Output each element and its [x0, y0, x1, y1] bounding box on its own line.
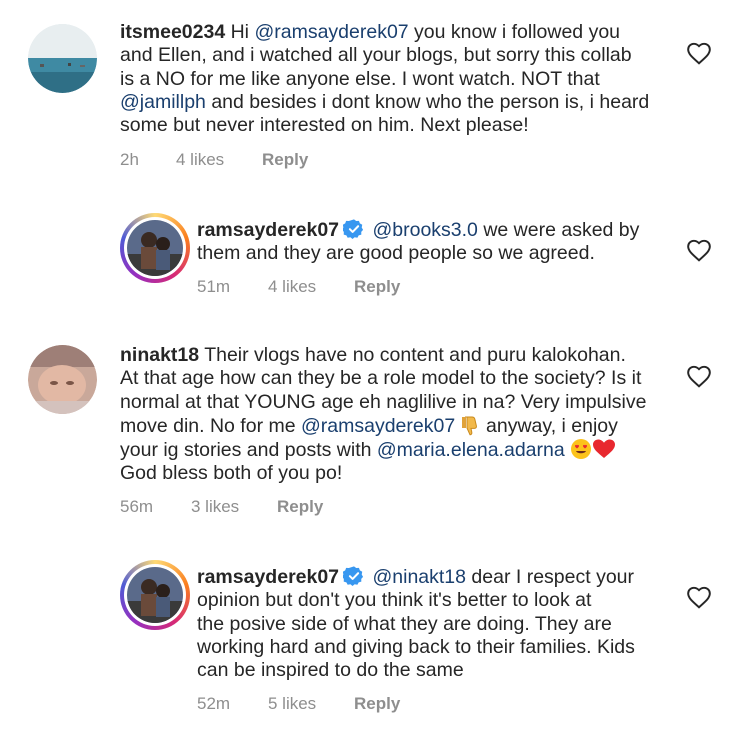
comment-text: itsmee0234 Hi @ramsayderek07 you know i …: [120, 21, 649, 137]
verified-badge-icon: [343, 219, 364, 239]
avatar-photo-beach: [28, 24, 97, 93]
comment-line: working hard and giving back to their fa…: [197, 635, 635, 658]
heart-icon[interactable]: [686, 238, 712, 262]
comment-line: them and they are good people so we agre…: [197, 242, 595, 265]
reply-button[interactable]: Reply: [354, 694, 400, 714]
avatar[interactable]: [120, 560, 190, 630]
heart-icon[interactable]: [686, 585, 712, 609]
mention-link[interactable]: @maria.elena.adarna: [377, 439, 565, 461]
heart-eyes-emoji: [571, 439, 592, 460]
thumbs-down-emoji: [461, 416, 477, 436]
comment-line: itsmee0234 Hi @ramsayderek07 you know i …: [120, 21, 621, 43]
reply-button[interactable]: Reply: [354, 277, 400, 297]
comment-line: ramsayderek07 @ninakt18 dear I respect y…: [197, 566, 634, 588]
heart-icon[interactable]: [686, 41, 712, 65]
comment-text: ramsayderek07 @brooks3.0 we were asked b…: [197, 218, 639, 266]
comment-line: and Ellen, and i watched all your blogs,…: [120, 44, 632, 67]
likes-count[interactable]: 4 likes: [268, 277, 316, 297]
comment-time: 52m: [197, 694, 231, 713]
avatar-photo-couple: [127, 567, 183, 623]
comment-line: ninakt18 Their vlogs have no content and…: [120, 344, 626, 366]
mention-link[interactable]: @brooks3.0: [372, 219, 477, 241]
likes-count[interactable]: 3 likes: [191, 497, 239, 517]
comment-line: move din. No for me @ramsayderek07 anywa…: [120, 414, 618, 437]
comment-line: some but never interested on him. Next p…: [120, 114, 529, 137]
comment-text: ramsayderek07 @ninakt18 dear I respect y…: [197, 565, 635, 682]
likes-count[interactable]: 5 likes: [268, 694, 316, 714]
comment-line: the posive side of what they are doing. …: [197, 612, 612, 635]
comment-line: normal at that YOUNG age eh naglilive in…: [120, 390, 647, 413]
comment-line: ramsayderek07 @brooks3.0 we were asked b…: [197, 219, 640, 241]
mention-link[interactable]: @ramsayderek07: [254, 21, 408, 43]
avatar-photo-couple: [127, 220, 183, 276]
comment-line: can be inspired to do the same: [197, 659, 464, 682]
comment-time: 2h: [120, 150, 139, 169]
comment-line: God bless both of you po!: [120, 462, 343, 485]
mention-link[interactable]: @jamillph: [120, 91, 206, 113]
comment-username[interactable]: itsmee0234: [120, 21, 225, 43]
avatar[interactable]: [28, 345, 97, 414]
avatar[interactable]: [120, 213, 190, 283]
likes-count[interactable]: 4 likes: [176, 150, 224, 170]
reply-button[interactable]: Reply: [277, 497, 323, 517]
comment-line: At that age how can they be a role model…: [120, 367, 642, 390]
comment-line: is a NO for me like anyone else. I wont …: [120, 67, 600, 90]
red-heart-emoji: [593, 439, 616, 459]
comment-line: opinion but don't you think it's better …: [197, 589, 592, 612]
comment-text: ninakt18 Their vlogs have no content and…: [120, 344, 646, 486]
verified-badge-icon: [343, 566, 364, 586]
mention-link[interactable]: @ramsayderek07: [301, 415, 455, 437]
avatar[interactable]: [28, 24, 97, 93]
comment-line: @jamillph and besides i dont know who th…: [120, 90, 650, 113]
reply-button[interactable]: Reply: [262, 150, 308, 170]
avatar-photo-baby: [28, 345, 97, 414]
comment-line: your ig stories and posts with @maria.el…: [120, 438, 646, 462]
heart-icon[interactable]: [686, 364, 712, 388]
mention-link[interactable]: @ninakt18: [372, 566, 466, 588]
comment-time: 56m: [120, 497, 154, 516]
comment-username[interactable]: ramsayderek07: [197, 566, 339, 588]
comment-username[interactable]: ramsayderek07: [197, 219, 339, 241]
comment-username[interactable]: ninakt18: [120, 344, 199, 366]
comment-time: 51m: [197, 277, 231, 296]
